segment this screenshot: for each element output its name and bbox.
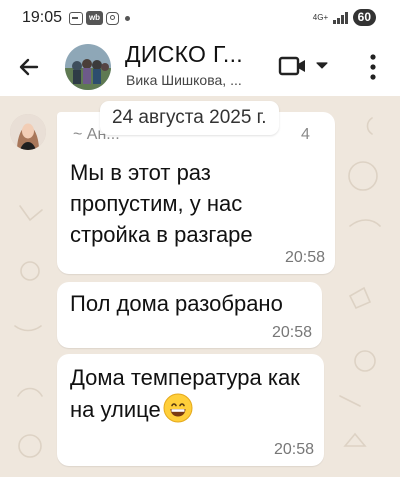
chat-title[interactable]: ДИСКО Г... [125, 41, 243, 68]
grinning-face-emoji [163, 393, 193, 423]
more-vert-icon [370, 54, 376, 80]
wb-app-icon: wb [86, 11, 103, 25]
date-chip: 24 августа 2025 г. [100, 101, 279, 135]
chat-header: ДИСКО Г... Вика Шишкова, ... [0, 36, 400, 96]
message-text: Мы в этот раз пропустим, у нас стройка в… [70, 160, 253, 247]
message-bubble[interactable]: Пол дома разобрано 20:58 [57, 282, 322, 348]
message-icon [69, 11, 83, 25]
message-bubble[interactable]: Дома температура как на улице 20:58 [57, 354, 324, 466]
more-options-button[interactable] [362, 50, 384, 84]
battery-icon: 60 [352, 9, 376, 26]
sender-phone: 4 [301, 126, 310, 143]
group-avatar[interactable] [65, 44, 111, 90]
video-call-button[interactable] [278, 51, 336, 81]
notification-dot-icon [125, 15, 130, 21]
message-text: Пол дома разобрано [70, 291, 283, 316]
instagram-icon [106, 11, 119, 25]
status-bar: 19:05 wb 4G+ 60 [0, 0, 400, 36]
dropdown-caret-icon [316, 62, 328, 69]
chat-area[interactable]: ~ Ан... 4 Мы в этот раз пропустим, у нас… [0, 96, 400, 477]
message-time: 20:58 [271, 324, 312, 341]
notification-icons: wb [69, 9, 130, 27]
video-call-icon [278, 56, 305, 76]
chat-subtitle[interactable]: Вика Шишкова, ... [126, 72, 242, 88]
back-arrow-icon [19, 58, 39, 76]
back-button[interactable] [14, 52, 44, 82]
signal-icon [333, 11, 348, 24]
message-time: 20:58 [273, 441, 314, 458]
status-time: 19:05 [22, 9, 63, 26]
system-indicators: 4G+ 60 [313, 9, 376, 26]
sender-avatar[interactable] [10, 114, 46, 150]
network-type: 4G+ [312, 12, 329, 22]
message-bubble[interactable]: ~ Ан... 4 Мы в этот раз пропустим, у нас… [57, 112, 335, 274]
message-time: 20:58 [284, 249, 325, 266]
message-text-block: Дома температура как на улице [70, 362, 320, 425]
